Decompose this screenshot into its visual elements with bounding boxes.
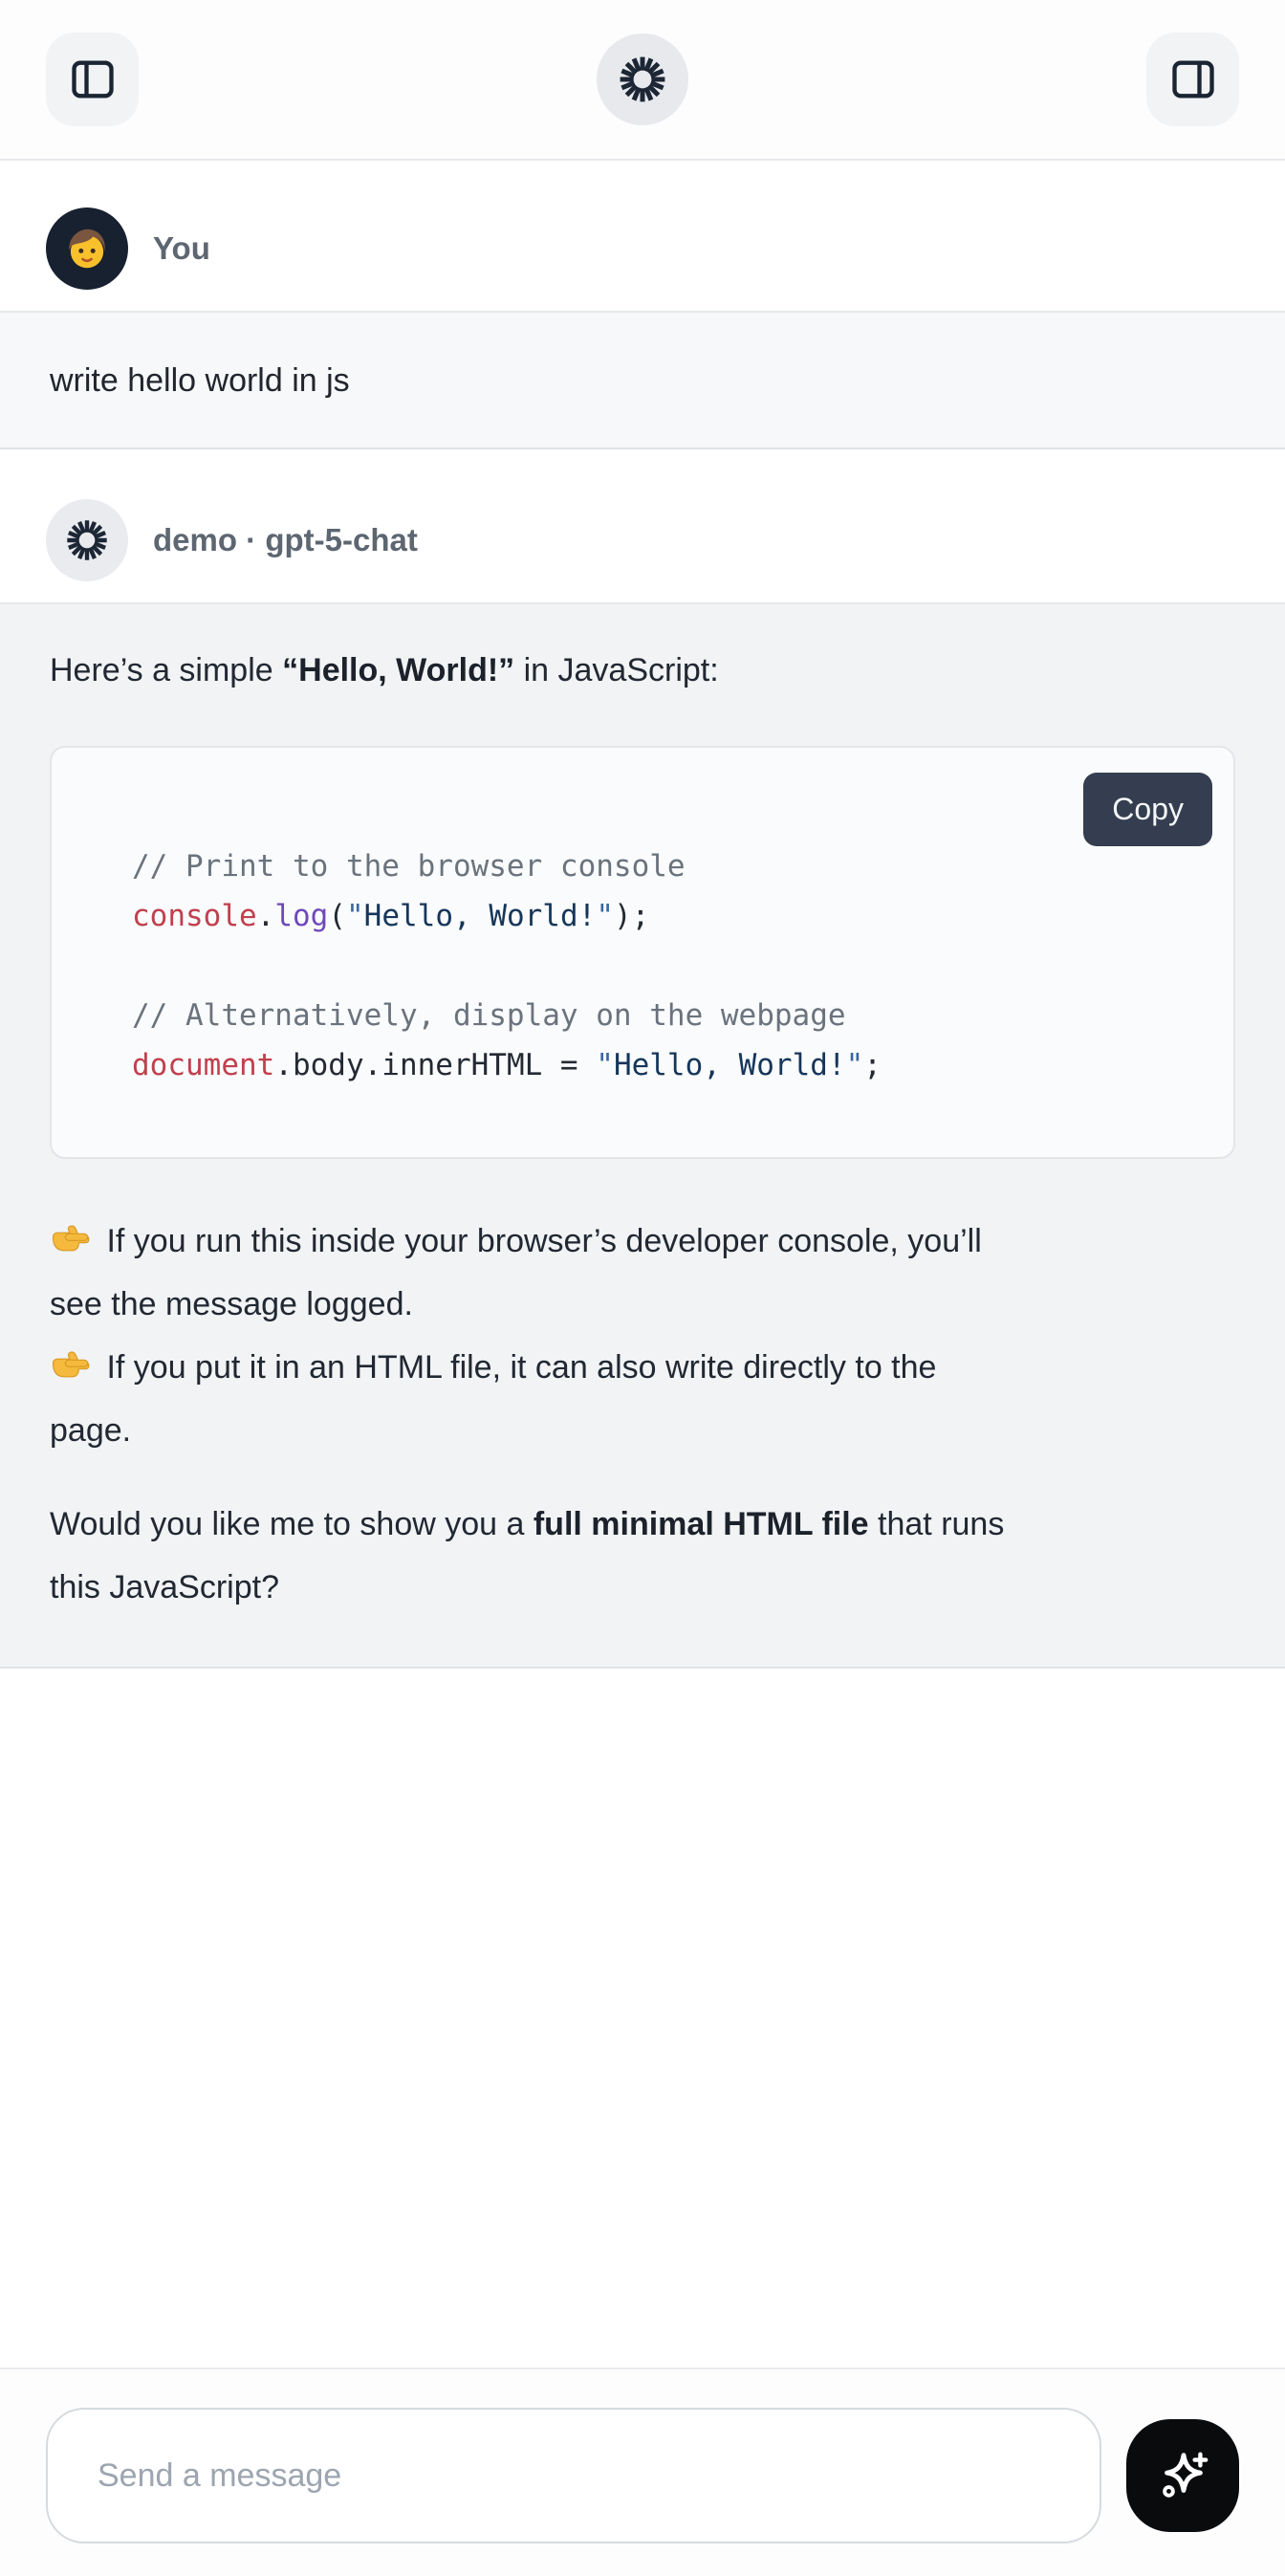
starburst-avatar-icon xyxy=(65,518,109,562)
empty-scroll-area xyxy=(0,1669,1285,2368)
tip-2-text: If you put it in an HTML file, it can al… xyxy=(50,1349,936,1449)
sidebar-right-icon xyxy=(1168,55,1218,104)
intro-bold: “Hello, World!” xyxy=(282,652,514,688)
intro-suffix: in JavaScript: xyxy=(514,652,719,688)
user-message-header: You xyxy=(0,207,1285,290)
send-button[interactable] xyxy=(1126,2419,1239,2532)
point-right-emoji-icon xyxy=(50,1218,90,1258)
tip-paragraph-1: If you run this inside your browser’s de… xyxy=(50,1210,1235,1336)
person-emoji-icon xyxy=(60,222,114,275)
sidebar-right-toggle-button[interactable] xyxy=(1146,33,1239,126)
message-input[interactable] xyxy=(46,2408,1101,2543)
user-message-bubble: write hello world in js xyxy=(0,311,1285,449)
assistant-message-bubble: Here’s a simple “Hello, World!” in JavaS… xyxy=(0,602,1285,1669)
tip-paragraph-2: If you put it in an HTML file, it can al… xyxy=(50,1336,1235,1462)
starburst-logo-icon xyxy=(618,55,667,104)
assistant-avatar xyxy=(46,499,128,581)
question-bold: full minimal HTML file xyxy=(534,1506,869,1542)
question-prefix: Would you like me to show you a xyxy=(50,1506,534,1542)
assistant-author-label: demo · gpt-5-chat xyxy=(153,522,418,558)
assistant-message-header: demo · gpt-5-chat xyxy=(0,499,1285,581)
user-avatar xyxy=(46,207,128,290)
composer-bar xyxy=(0,2368,1285,2576)
assistant-intro-paragraph: Here’s a simple “Hello, World!” in JavaS… xyxy=(50,639,1235,702)
intro-prefix: Here’s a simple xyxy=(50,652,282,688)
sidebar-left-icon xyxy=(68,55,118,104)
assistant-question-paragraph: Would you like me to show you a full min… xyxy=(50,1493,1235,1619)
sidebar-left-toggle-button[interactable] xyxy=(46,33,139,126)
code-content: // Print to the browser consoleconsole.l… xyxy=(132,841,1195,1090)
top-bar xyxy=(0,0,1285,161)
sparkle-plus-icon xyxy=(1153,2446,1212,2505)
copy-button[interactable]: Copy xyxy=(1083,773,1212,846)
app-logo xyxy=(597,33,688,125)
user-author-label: You xyxy=(153,230,210,267)
tip-1-text: If you run this inside your browser’s de… xyxy=(50,1223,982,1322)
point-right-emoji-icon xyxy=(50,1344,90,1385)
user-message-text: write hello world in js xyxy=(50,349,350,412)
code-block: Copy // Print to the browser consolecons… xyxy=(50,746,1235,1159)
